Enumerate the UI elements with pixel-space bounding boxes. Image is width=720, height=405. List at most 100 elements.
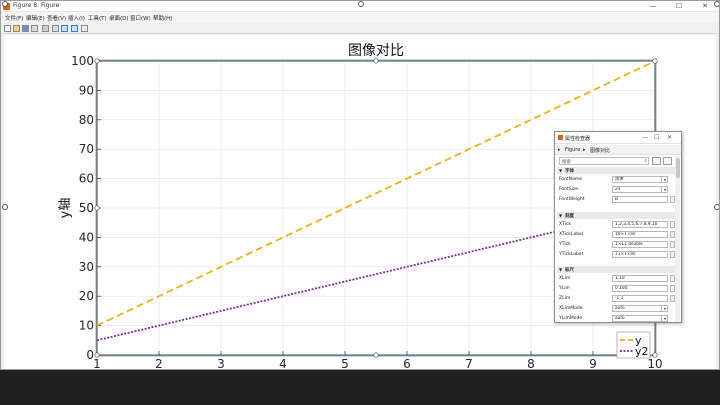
chevron-right-icon: ▸ bbox=[558, 147, 561, 153]
menu-insert[interactable]: 插入(I) bbox=[68, 14, 85, 22]
window-title: Figure 8: Figure bbox=[13, 2, 60, 9]
y-tick-label: 20 bbox=[79, 289, 94, 303]
property-name: YLimMode bbox=[559, 316, 583, 321]
legend-label: y2 bbox=[635, 345, 649, 358]
print-icon[interactable] bbox=[31, 25, 38, 32]
y-tick-label: 80 bbox=[79, 113, 94, 127]
property-value-field[interactable]: 黑体 bbox=[612, 176, 668, 183]
toggle-plot-tools-icon[interactable] bbox=[52, 25, 59, 32]
x-tick-label: 8 bbox=[527, 357, 535, 370]
edit-plot-icon[interactable] bbox=[71, 25, 78, 32]
property-name: FontName bbox=[559, 177, 583, 182]
menu-file[interactable]: 文件(F) bbox=[5, 14, 23, 22]
toolbar bbox=[1, 23, 719, 34]
menu-bar: 文件(F) 编辑(E) 查看(V) 插入(I) 工具(T) 桌面(D) 窗口(W… bbox=[1, 12, 719, 23]
x-tick-label: 10 bbox=[647, 357, 662, 370]
axes-selection-handle[interactable] bbox=[94, 352, 100, 358]
link-icon[interactable] bbox=[42, 25, 49, 32]
property-row: FontSize 24 ▾ bbox=[559, 185, 675, 194]
x-tick-label: 7 bbox=[465, 357, 473, 370]
breadcrumb-figure[interactable]: Figure bbox=[565, 147, 580, 153]
new-file-icon[interactable] bbox=[4, 25, 11, 32]
open-icon[interactable] bbox=[13, 25, 20, 32]
y-tick-label: 10 bbox=[79, 319, 94, 333]
resize-handle-top-left[interactable] bbox=[2, 1, 8, 7]
x-tick-label: 2 bbox=[155, 357, 163, 370]
property-value-field[interactable]: 1×11 double bbox=[612, 241, 668, 248]
property-value-field[interactable]: 24 bbox=[612, 186, 668, 193]
property-value-field[interactable]: -1 1 bbox=[612, 295, 668, 302]
property-value-field[interactable]: auto bbox=[612, 315, 668, 322]
axes-selection-handle[interactable] bbox=[652, 58, 658, 64]
y-tick-label: 50 bbox=[79, 201, 94, 215]
property-name: XTick bbox=[559, 222, 571, 227]
x-tick-label: 4 bbox=[279, 357, 287, 370]
search-placeholder: 搜索 bbox=[562, 160, 571, 165]
property-name: XLim bbox=[559, 276, 571, 281]
property-name: YLim bbox=[559, 286, 570, 291]
inspector-section-header[interactable]: ▼ 刻度 bbox=[557, 212, 675, 219]
axes-selection-handle[interactable] bbox=[373, 58, 379, 64]
property-value-field[interactable]: 1,2,3,4,5,6,7,8,9,10 bbox=[612, 221, 668, 228]
maximize-button[interactable]: ☐ bbox=[667, 1, 691, 12]
property-value-field[interactable]: 10×1 cell bbox=[612, 231, 668, 238]
axes-selection-handle[interactable] bbox=[652, 352, 658, 358]
alphabetical-view-button[interactable] bbox=[663, 157, 672, 165]
show-plot-tools-icon[interactable] bbox=[61, 25, 68, 32]
menu-tools[interactable]: 工具(T) bbox=[88, 14, 107, 22]
inspector-scroll-thumb[interactable] bbox=[676, 158, 680, 178]
property-value-field[interactable]: 0 100 bbox=[612, 285, 668, 292]
grouped-view-button[interactable] bbox=[652, 157, 661, 165]
resize-handle-right[interactable] bbox=[714, 204, 719, 210]
inspector-section-header[interactable]: ▼ 字体 bbox=[557, 167, 675, 174]
property-name: FontWeight bbox=[559, 197, 585, 202]
menu-help[interactable]: 帮助(H) bbox=[153, 14, 172, 22]
property-value-field[interactable]: B bbox=[612, 196, 668, 203]
property-row: FontName 黑体 ▾ bbox=[559, 175, 675, 184]
chevron-down-icon[interactable]: ▾ bbox=[661, 305, 668, 312]
menu-desktop[interactable]: 桌面(D) bbox=[109, 14, 129, 22]
property-value-field[interactable]: auto bbox=[612, 305, 668, 312]
inspector-section-header[interactable]: ▼ 标尺 bbox=[557, 266, 675, 273]
y-tick-label: 90 bbox=[79, 83, 94, 97]
resize-handle-top-right[interactable] bbox=[714, 1, 719, 7]
y-tick-label: 40 bbox=[79, 230, 94, 244]
property-row: YTick 1×11 double bbox=[559, 240, 675, 249]
inspector-minimize-button[interactable]: — bbox=[642, 134, 648, 141]
chevron-down-icon[interactable]: ▾ bbox=[661, 186, 668, 193]
chevron-down-icon[interactable]: ▾ bbox=[661, 176, 668, 183]
property-row: YTickLabel 11×1 cell bbox=[559, 250, 675, 259]
property-row: XTick 1,2,3,4,5,6,7,8,9,10 bbox=[559, 220, 675, 229]
property-value-field[interactable]: 11×1 cell bbox=[612, 251, 668, 258]
resize-handle-top[interactable] bbox=[358, 1, 364, 7]
menu-edit[interactable]: 编辑(E) bbox=[26, 14, 45, 22]
y-tick-label: 100 bbox=[71, 54, 94, 68]
menu-window[interactable]: 窗口(W) bbox=[130, 14, 151, 22]
property-row: XLim 1 10 bbox=[559, 274, 675, 283]
property-value-field[interactable]: 1 10 bbox=[612, 275, 668, 282]
minimize-button[interactable]: — bbox=[641, 1, 665, 12]
breadcrumb-axes[interactable]: 图像对比 bbox=[590, 147, 610, 154]
inspector-title: 属性检查器 bbox=[565, 136, 591, 142]
axes-selection-handle[interactable] bbox=[94, 58, 100, 64]
property-search-input[interactable]: 搜索 ⌕ bbox=[559, 157, 649, 165]
inspector-close-button[interactable]: ✕ bbox=[667, 134, 672, 141]
axes-selection-handle[interactable] bbox=[94, 205, 100, 211]
chevron-down-icon: ▼ bbox=[559, 267, 563, 272]
chevron-down-icon[interactable]: ▾ bbox=[661, 315, 668, 322]
axes-selection-handle[interactable] bbox=[373, 352, 379, 358]
resize-handle-left[interactable] bbox=[2, 204, 8, 210]
hide-plot-tools-icon[interactable] bbox=[81, 25, 88, 32]
breadcrumb: ▸ Figure ▸ 图像对比 bbox=[555, 145, 681, 155]
property-inspector[interactable]: 属性检查器 — ☐ ✕ ▸ Figure ▸ 图像对比 搜索 ⌕ ▼ 字体 Font… bbox=[554, 131, 682, 323]
y-tick-label: 0 bbox=[86, 348, 94, 362]
y-tick-label: 70 bbox=[79, 142, 94, 156]
section-label: 刻度 bbox=[565, 214, 574, 219]
x-tick-label: 6 bbox=[403, 357, 411, 370]
search-icon: ⌕ bbox=[644, 158, 647, 164]
menu-view[interactable]: 查看(V) bbox=[47, 14, 66, 22]
x-tick-label: 1 bbox=[93, 357, 101, 370]
inspector-maximize-button[interactable]: ☐ bbox=[654, 134, 659, 141]
save-icon[interactable] bbox=[22, 25, 29, 32]
inspector-scrollbar[interactable] bbox=[675, 156, 680, 322]
